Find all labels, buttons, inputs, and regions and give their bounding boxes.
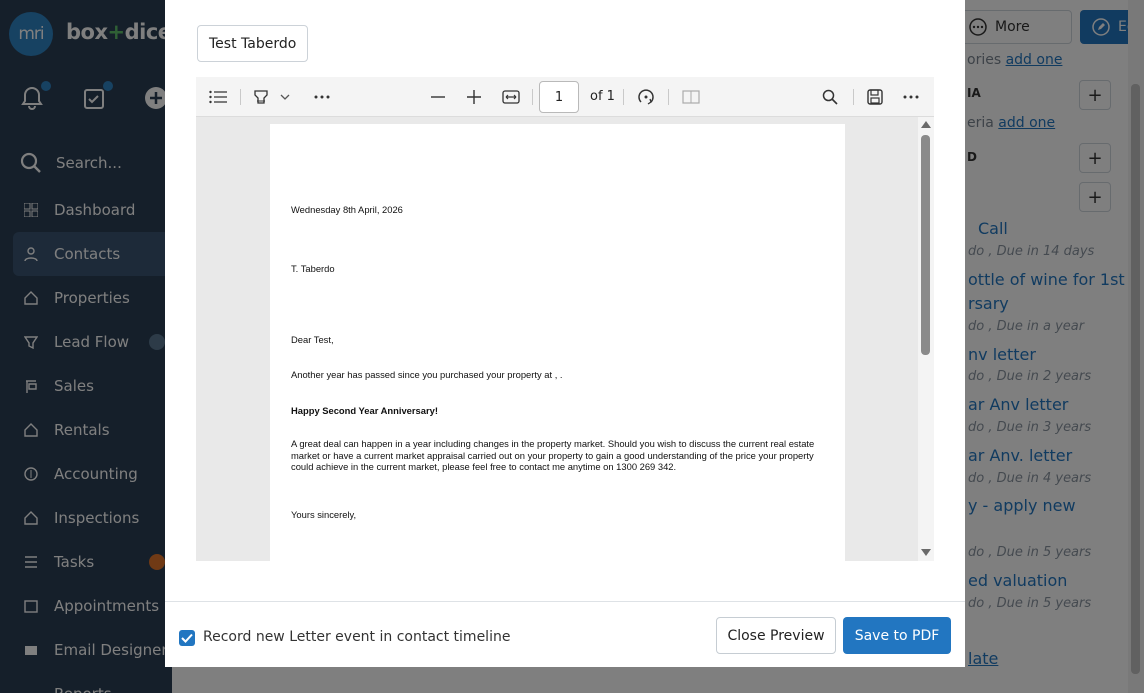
close-preview-button[interactable]: Close Preview: [716, 617, 836, 654]
letter-heading: Happy Second Year Anniversary!: [291, 405, 438, 416]
fit-width-icon[interactable]: [500, 87, 522, 107]
pdf-toolbar: 1 of 1: [196, 77, 934, 117]
letter-salutation: Dear Test,: [291, 334, 334, 345]
page-view-icon: [681, 87, 701, 107]
letter-paragraph-2: A great deal can happen in a year includ…: [291, 438, 815, 472]
pdf-viewer: 1 of 1 Wednesday 8th April, 2026 T. Tabe…: [196, 77, 934, 561]
rotate-icon[interactable]: [636, 87, 656, 107]
recipient-tab[interactable]: Test Taberdo: [197, 25, 309, 62]
letter-recipient: T. Taberdo: [291, 263, 335, 274]
save-to-pdf-button[interactable]: Save to PDF: [843, 617, 951, 654]
letter-date: Wednesday 8th April, 2026: [291, 204, 403, 215]
record-event-checkbox[interactable]: [179, 630, 195, 646]
letter-paragraph-1: Another year has passed since you purcha…: [291, 369, 563, 380]
more-horizontal-icon[interactable]: [312, 87, 332, 107]
checkmark-icon: [181, 633, 193, 643]
page-count: of 1: [590, 89, 615, 104]
letter-preview-modal: Test Taberdo 1 of 1 Wednesday 8th April,…: [165, 0, 965, 667]
scroll-up-arrow-icon[interactable]: [921, 121, 931, 128]
search-icon[interactable]: [820, 87, 840, 107]
record-event-label[interactable]: Record new Letter event in contact timel…: [203, 629, 510, 645]
save-disk-icon[interactable]: [865, 87, 885, 107]
zoom-in-icon[interactable]: [464, 87, 484, 107]
pdf-scrollbar-thumb[interactable]: [921, 135, 930, 355]
modal-footer: Record new Letter event in contact timel…: [165, 601, 965, 667]
page-number-input[interactable]: 1: [539, 81, 579, 113]
scroll-down-arrow-icon[interactable]: [921, 549, 931, 556]
chevron-down-icon[interactable]: [278, 87, 292, 107]
more-options-icon[interactable]: [901, 87, 921, 107]
pdf-scrollbar[interactable]: [918, 117, 934, 561]
highlighter-icon[interactable]: [252, 87, 270, 107]
pdf-page: Wednesday 8th April, 2026 T. Taberdo Dea…: [270, 124, 845, 561]
outline-list-icon[interactable]: [208, 87, 228, 107]
letter-closing: Yours sincerely,: [291, 509, 357, 520]
zoom-out-icon[interactable]: [428, 87, 448, 107]
